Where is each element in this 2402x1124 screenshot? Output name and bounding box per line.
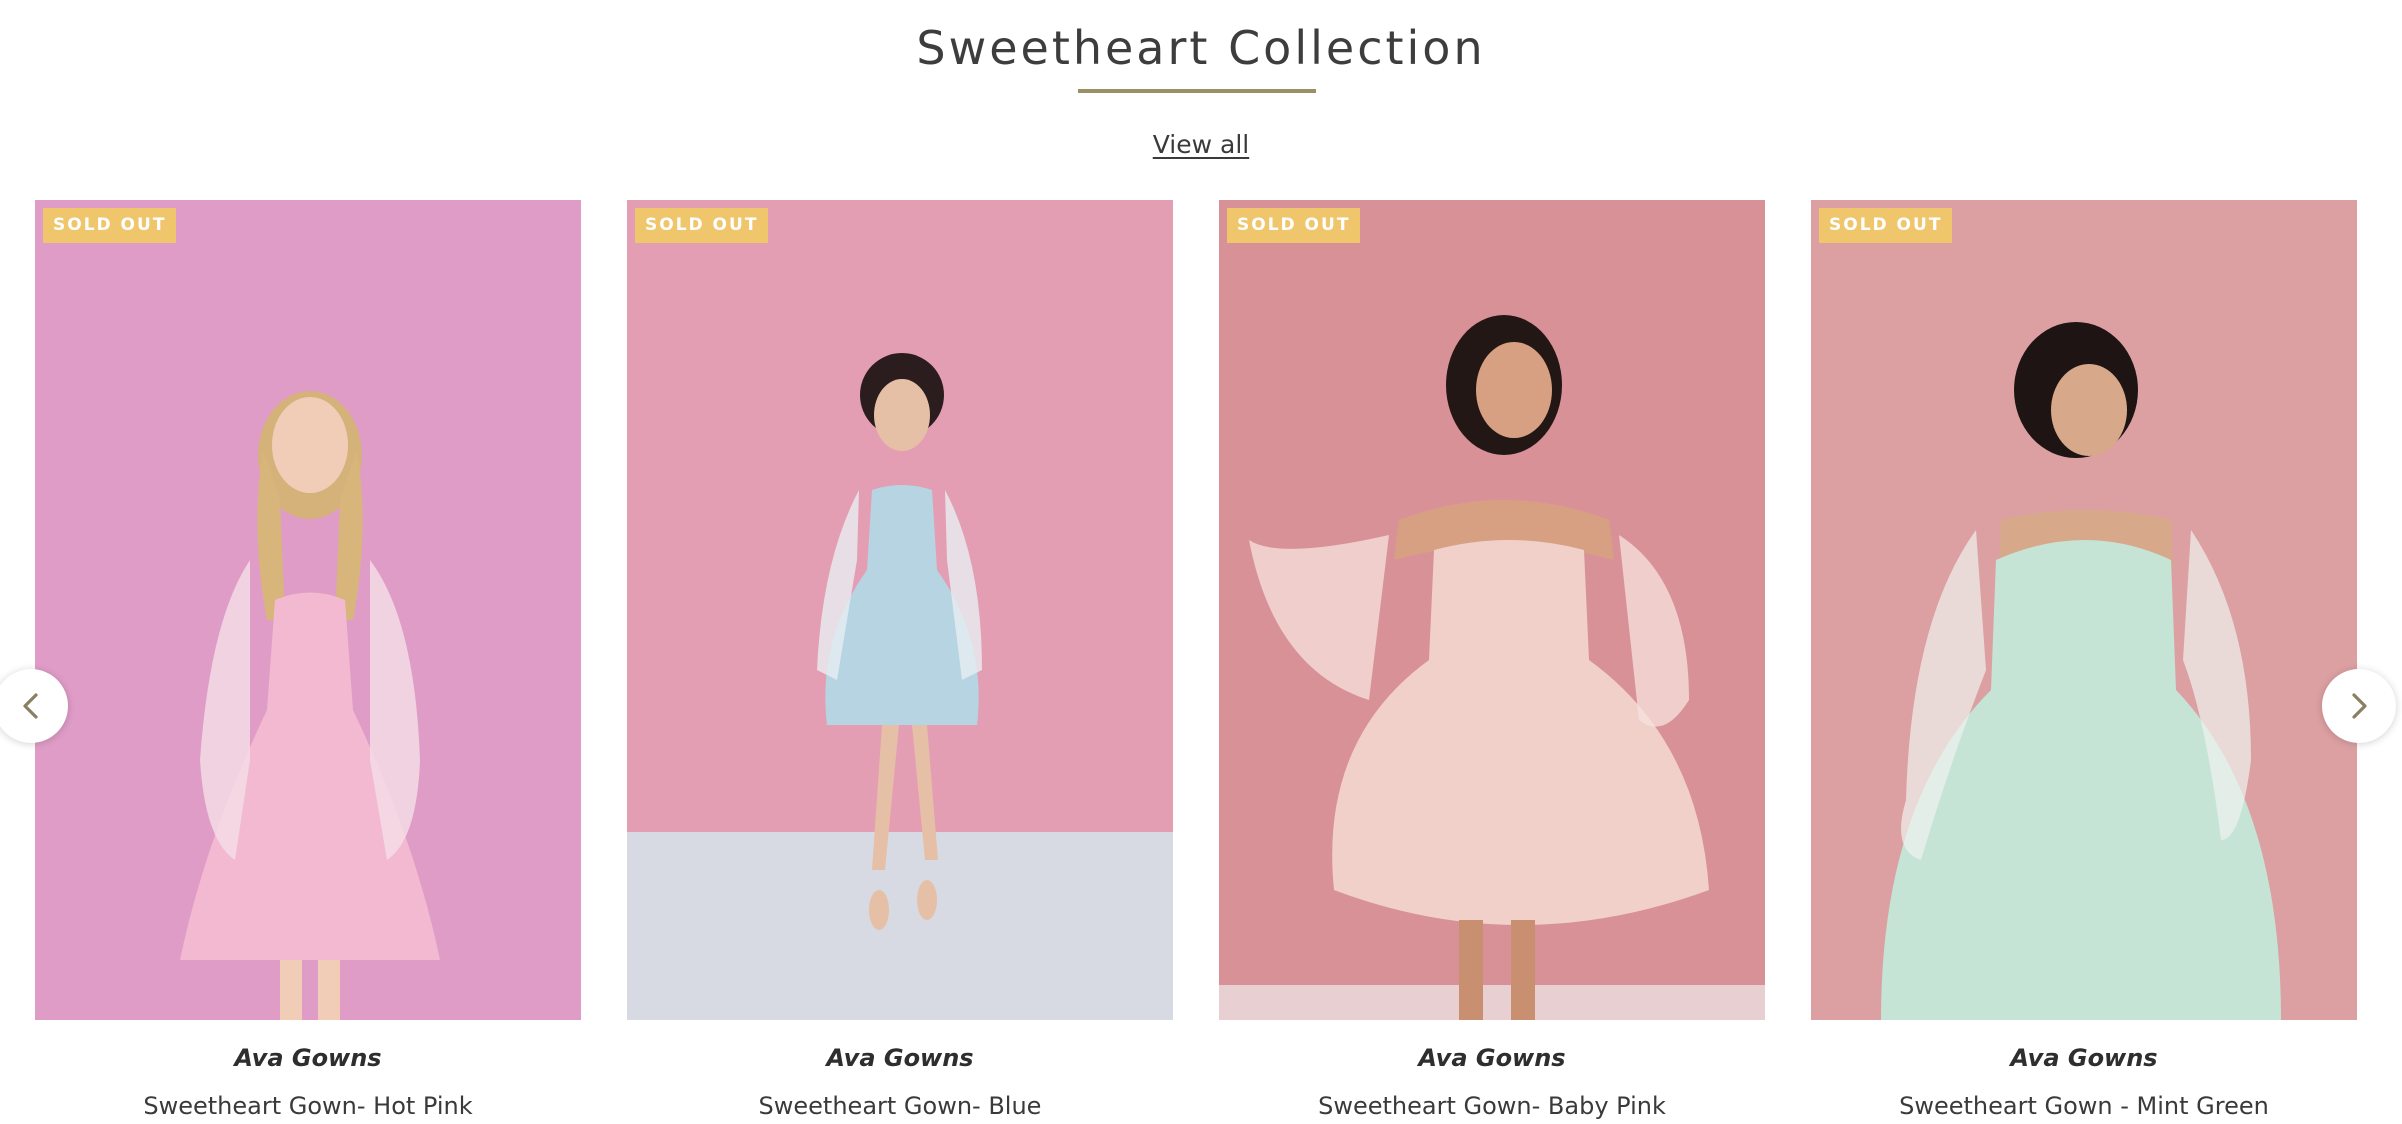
product-card[interactable]: SOLD OUT Ava Gowns Sweetheart Gown - Min… [1811,200,2357,1120]
product-photo [1219,200,1765,1020]
product-grid: SOLD OUT Ava Gowns Sweetheart Gown- Hot … [35,200,2357,1120]
title-underline [1078,89,1316,93]
product-image[interactable]: SOLD OUT [1219,200,1765,1020]
product-vendor: Ava Gowns [1418,1044,1566,1072]
product-photo [627,200,1173,1020]
section-title: Sweetheart Collection [916,21,1486,75]
product-title[interactable]: Sweetheart Gown- Hot Pink [35,1090,581,1122]
product-photo [35,200,581,1020]
sold-out-badge: SOLD OUT [1227,208,1361,243]
product-title[interactable]: Sweetheart Gown- Blue [627,1090,1173,1122]
product-card[interactable]: SOLD OUT Ava Gowns Sweetheart Gown- Hot … [35,200,581,1120]
product-image[interactable]: SOLD OUT [1811,200,2357,1020]
product-card[interactable]: SOLD OUT Ava Gowns Sweetheart Gown- Blue [627,200,1173,1120]
carousel-next-button[interactable] [2322,669,2396,743]
chevron-left-icon [23,693,38,719]
product-title[interactable]: Sweetheart Gown - Mint Green [1811,1090,2357,1122]
sweetheart-collection-section: Sweetheart Collection View all SOLD OUT … [0,0,2402,1124]
product-card[interactable]: SOLD OUT Ava Gowns Sweetheart Gown- Baby… [1219,200,1765,1120]
sold-out-badge: SOLD OUT [1819,208,1953,243]
product-title[interactable]: Sweetheart Gown- Baby Pink [1219,1090,1765,1122]
product-vendor: Ava Gowns [2010,1044,2158,1072]
product-image[interactable]: SOLD OUT [627,200,1173,1020]
product-vendor: Ava Gowns [826,1044,974,1072]
product-photo [1811,200,2357,1020]
product-vendor: Ava Gowns [234,1044,382,1072]
view-all-link[interactable]: View all [1153,130,1249,159]
sold-out-badge: SOLD OUT [43,208,177,243]
chevron-right-icon [2352,693,2367,719]
sold-out-badge: SOLD OUT [635,208,769,243]
product-image[interactable]: SOLD OUT [35,200,581,1020]
